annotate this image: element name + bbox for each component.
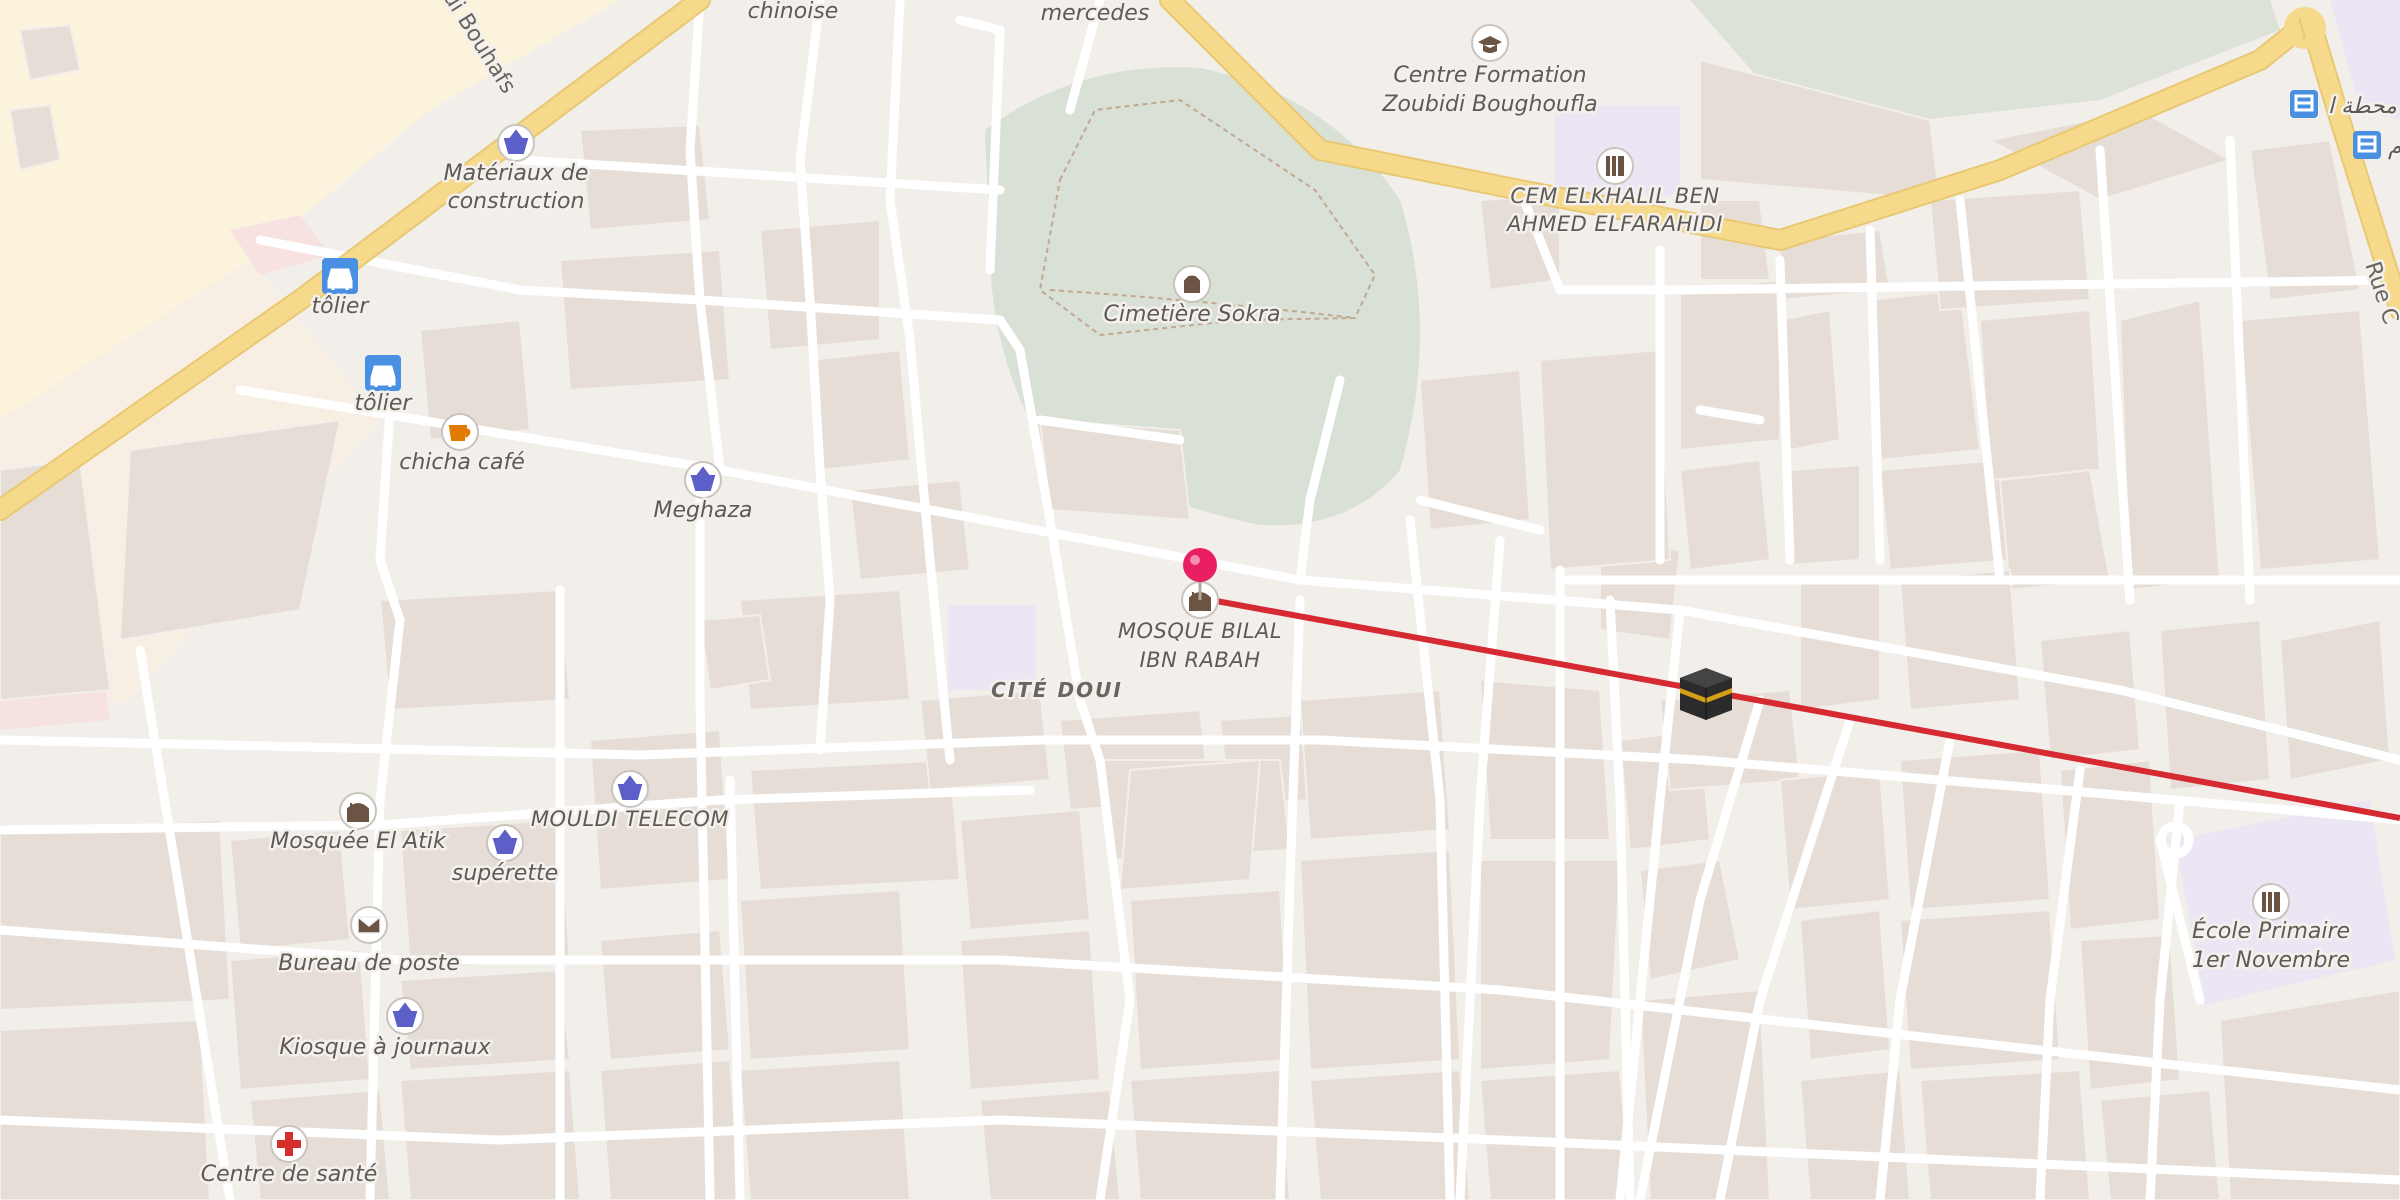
poi-label-kiosque: Kiosque à journaux: [279, 1035, 491, 1060]
poi-label-ecole-2: 1er Novembre: [2192, 948, 2350, 973]
school-icon: [1606, 156, 1624, 176]
car-repair-icon: [370, 365, 396, 387]
poi-label-mosque-bilal-1: MOSQUE BILAL: [1118, 619, 1282, 643]
poi-label-centre-formation-1: Centre Formation: [1393, 63, 1586, 88]
mosque-icon: [347, 803, 369, 822]
poi-label-cimetiere: Cimetière Sokra: [1104, 302, 1281, 327]
poi-label-meghaza: Meghaza: [654, 498, 753, 523]
poi-bus-stop-1[interactable]: محطة ا: [2290, 90, 2400, 122]
poi-label-superette: supérette: [452, 861, 558, 886]
poi-label-cem-2: AHMED ELFARAHIDI: [1505, 212, 1723, 236]
car-repair-icon: [327, 268, 353, 290]
poi-label-materiaux-1: Matériaux de: [444, 161, 589, 186]
poi-label-mercedes: mercedes: [1041, 1, 1150, 26]
poi-label-bureau-poste: Bureau de poste: [278, 951, 460, 976]
kaaba-icon: [1680, 668, 1732, 720]
poi-label-bus-stop-1: محطة ا: [2328, 94, 2397, 119]
cemetery-icon: [1184, 275, 1200, 293]
district-label-cite-doui: CITÉ DOUI: [991, 678, 1123, 702]
poi-label-centre-formation-2: Zoubidi Boughoufla: [1381, 92, 1597, 117]
school-icon: [2262, 892, 2280, 912]
poi-label-chicha: chicha café: [399, 450, 525, 475]
poi-label-mouldi: MOULDI TELECOM: [531, 807, 729, 831]
poi-label-centre-sante: Centre de santé: [201, 1162, 378, 1187]
poi-label-cem-1: CEM ELKHALIL BEN: [1510, 184, 1719, 208]
poi-kaaba[interactable]: [1680, 668, 1732, 720]
poi-label-chinoise: chinoise: [748, 0, 839, 24]
poi-bus-stop-2[interactable]: م: [2353, 131, 2400, 163]
poi-label-materiaux-2: construction: [448, 189, 585, 214]
poi-label-tolier-2: tôlier: [355, 391, 414, 416]
poi-label-mosque-bilal-2: IBN RABAH: [1139, 648, 1260, 672]
poi-label-bus-stop-2: م: [2388, 135, 2400, 160]
poi-label-ecole-1: École Primaire: [2192, 918, 2350, 944]
map-canvas[interactable]: oui Bouhafs Rue C chinoise mercedes Cent…: [0, 0, 2400, 1200]
poi-label-tolier-1: tôlier: [312, 294, 371, 319]
poi-label-mosquee-atik: Mosquée El Atik: [270, 829, 447, 854]
